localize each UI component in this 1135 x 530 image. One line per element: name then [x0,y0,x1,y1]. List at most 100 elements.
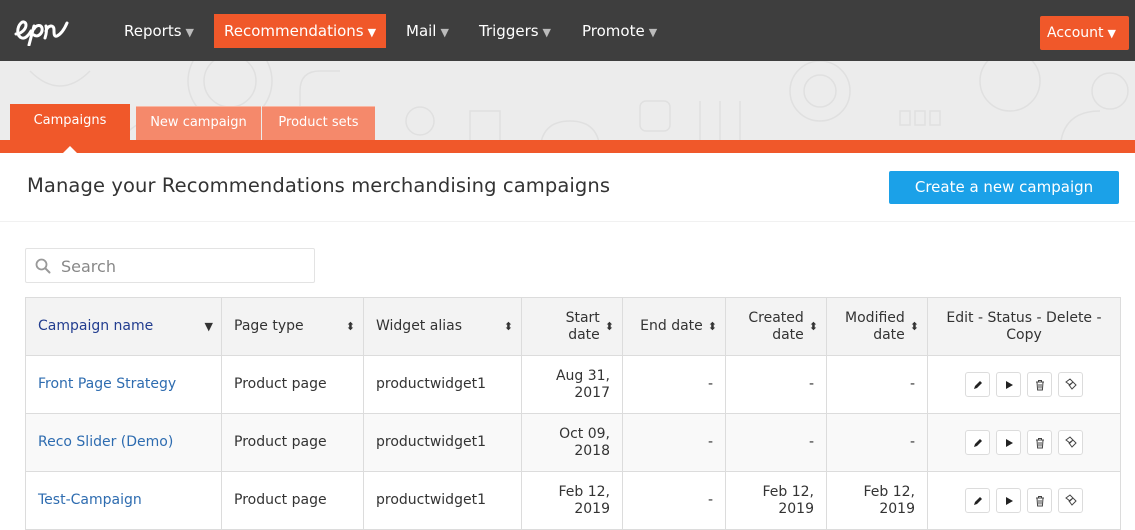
cell-page-type: Product page [221,471,364,530]
nav-recommendations[interactable]: Recommendations ▼ [214,14,387,48]
status-button[interactable] [996,430,1021,455]
cell-page-type: Product page [221,355,364,414]
status-button[interactable] [996,372,1021,397]
nav-promote[interactable]: Promote ▼ [572,14,667,48]
cell-actions [927,413,1121,472]
cell-campaign-name: Front Page Strategy [25,355,222,414]
play-icon [1005,380,1013,389]
nav-triggers-label: Triggers [479,22,539,40]
col-start-date-label: Start date [565,309,600,343]
cell-widget-alias: productwidget1 [363,471,522,530]
nav-triggers[interactable]: Triggers ▼ [469,14,561,48]
col-page-type-label: Page type [234,318,304,334]
caret-down-icon: ▼ [185,26,195,39]
sort-icon: ⬍ [604,320,614,333]
col-actions: Edit - Status - Delete - Copy [927,297,1121,356]
col-modified-date[interactable]: Modified date ⬍ [826,297,928,356]
tab-new-campaign[interactable]: New campaign [136,106,261,140]
create-campaign-button[interactable]: Create a new campaign [889,171,1119,204]
play-icon [1005,438,1013,447]
epi-logo-icon[interactable] [12,14,84,46]
col-start-date[interactable]: Start date ⬍ [521,297,623,356]
search-input[interactable] [61,255,306,277]
cell-actions [927,355,1121,414]
sort-icon: ⬍ [345,320,355,333]
nav-recommendations-label: Recommendations [224,22,364,40]
copy-button[interactable] [1058,488,1083,513]
delete-button[interactable] [1027,372,1052,397]
sort-icon: ⬍ [909,320,919,333]
delete-button[interactable] [1027,430,1052,455]
col-campaign-name-label: Campaign name [38,318,154,334]
status-button[interactable] [996,488,1021,513]
col-end-date[interactable]: End date ⬍ [622,297,726,356]
nav-promote-label: Promote [582,22,645,40]
edit-icon [973,496,982,505]
account-button[interactable]: Account ▼ [1040,16,1129,50]
cell-created-date: Feb 12, 2019 [725,471,827,530]
edit-icon [973,380,982,389]
nav-reports-label: Reports [124,22,182,40]
campaign-link[interactable]: Test-Campaign [38,492,142,508]
tab-campaigns[interactable]: Campaigns [10,104,130,144]
caret-down-icon: ▼ [542,26,552,39]
cell-created-date: - [725,355,827,414]
campaign-link[interactable]: Reco Slider (Demo) [38,434,173,450]
table-row: Test-Campaign Product page productwidget… [25,471,1121,530]
col-widget-alias[interactable]: Widget alias ⬍ [363,297,522,356]
cell-actions [927,471,1121,530]
sort-icon: ⬍ [808,320,818,333]
cell-start-date: Oct 09, 2018 [521,413,623,472]
cell-widget-alias: productwidget1 [363,413,522,472]
copy-button[interactable] [1058,430,1083,455]
cell-campaign-name: Reco Slider (Demo) [25,413,222,472]
cell-modified-date: Feb 12, 2019 [826,471,928,530]
top-navbar: Reports ▼ Recommendations ▼ Mail ▼ Triggers… [0,0,1135,61]
cell-widget-alias: productwidget1 [363,355,522,414]
tab-product-sets[interactable]: Product sets [262,106,375,140]
active-tab-pointer [62,146,78,154]
caret-down-icon: ▼ [204,320,213,333]
caret-down-icon: ▼ [648,26,658,39]
sort-icon: ⬍ [503,320,513,333]
cell-modified-date: - [826,413,928,472]
edit-button[interactable] [965,430,990,455]
col-page-type[interactable]: Page type ⬍ [221,297,364,356]
cell-start-date: Feb 12, 2019 [521,471,623,530]
account-label: Account [1047,25,1104,41]
cell-modified-date: - [826,355,928,414]
edit-icon [973,438,982,447]
cell-created-date: - [725,413,827,472]
col-end-date-label: End date [640,318,703,334]
sort-icon: ⬍ [707,320,717,333]
delete-button[interactable] [1027,488,1052,513]
cell-campaign-name: Test-Campaign [25,471,222,530]
caret-down-icon: ▼ [440,26,449,39]
edit-button[interactable] [965,488,990,513]
copy-icon [1065,378,1077,390]
col-widget-alias-label: Widget alias [376,318,462,334]
table-header-row: Campaign name ▼ Page type ⬍ Widget alias ⬍ … [25,297,1121,356]
nav-mail[interactable]: Mail ▼ [396,14,459,48]
col-campaign-name[interactable]: Campaign name ▼ [25,297,222,356]
cell-page-type: Product page [221,413,364,472]
trash-icon [1035,379,1044,390]
table-row: Front Page Strategy Product page product… [25,355,1121,414]
nav-mail-label: Mail [406,22,437,40]
col-created-date[interactable]: Created date ⬍ [725,297,827,356]
cell-end-date: - [622,471,726,530]
caret-down-icon: ▼ [1107,27,1116,40]
trash-icon [1035,495,1044,506]
trash-icon [1035,437,1044,448]
campaign-link[interactable]: Front Page Strategy [38,376,176,392]
nav-reports[interactable]: Reports ▼ [114,14,204,48]
col-created-date-label: Created date [748,309,804,343]
search-icon [35,258,51,274]
copy-button[interactable] [1058,372,1083,397]
edit-button[interactable] [965,372,990,397]
cell-end-date: - [622,413,726,472]
copy-icon [1065,436,1077,448]
caret-down-icon: ▼ [367,26,377,39]
divider [0,221,1135,222]
tab-underline-bar [0,140,1135,153]
